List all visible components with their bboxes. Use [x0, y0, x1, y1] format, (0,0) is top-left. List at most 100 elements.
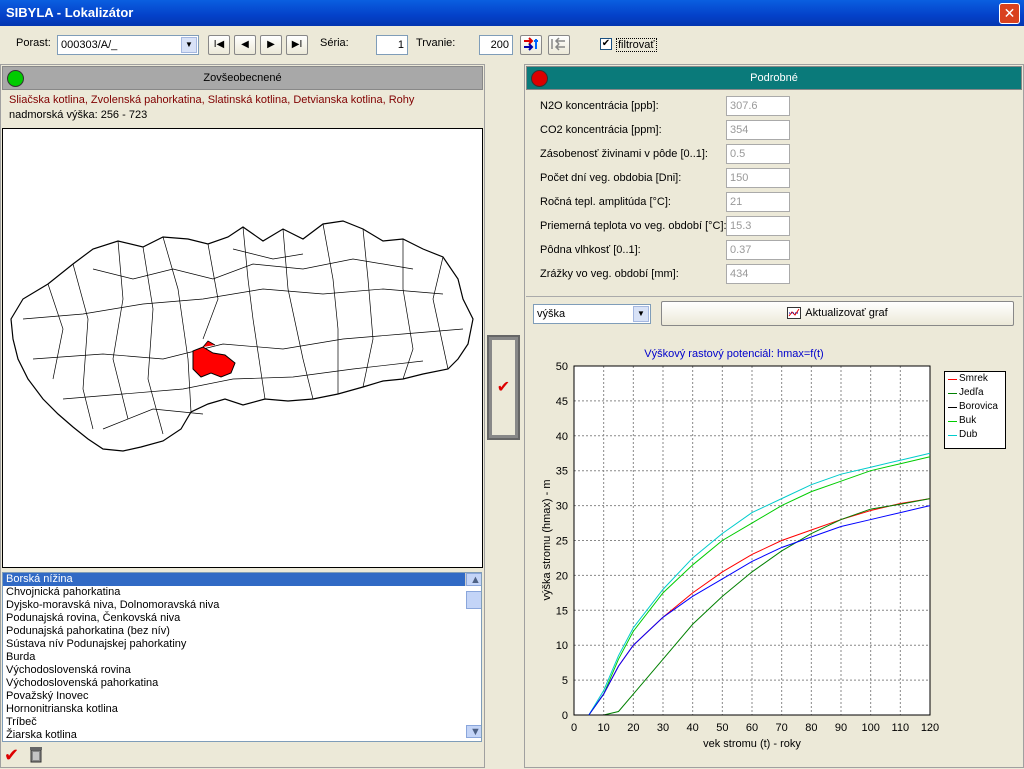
field-precipitation: Zrážky vo veg. období [mm]: 434 [540, 264, 800, 284]
field-value[interactable]: 307.6 [726, 96, 790, 116]
update-graph-button[interactable]: Aktualizovať graf [661, 301, 1014, 326]
confirm-icon[interactable]: ✔ [4, 745, 24, 765]
map-svg [10, 220, 474, 452]
add-series-button[interactable] [520, 35, 542, 55]
seria-input[interactable]: 1 [376, 35, 408, 55]
field-value[interactable]: 0.5 [726, 144, 790, 164]
x-tick-label: 110 [892, 722, 910, 734]
field-value[interactable]: 150 [726, 168, 790, 188]
list-item[interactable]: Považský Inovec [3, 690, 481, 703]
nav-prev-button[interactable]: ◀ [234, 35, 256, 55]
legend-item-buk: Buk [945, 414, 1005, 428]
chevron-down-icon: ▼ [181, 37, 197, 53]
field-veg-days: Počet dní veg. obdobia [Dni]: 150 [540, 168, 800, 188]
x-tick-label: 100 [861, 722, 879, 734]
list-item[interactable]: Východoslovenská rovina [3, 664, 481, 677]
filter-label[interactable]: filtrovať [616, 38, 657, 52]
slovakia-map[interactable] [2, 128, 483, 568]
close-button[interactable]: ✕ [999, 3, 1020, 24]
field-mean-temp: Priemerná teplota vo veg. období [°C]: 15… [540, 216, 800, 236]
field-soil-moisture: Pôdna vlhkosť [0..1]: 0.37 [540, 240, 800, 260]
chevron-down-icon: ▼ [633, 306, 649, 322]
list-item[interactable]: Východoslovenská pahorkatina [3, 677, 481, 690]
field-label: Zásobenosť živinami v pôde [0..1]: [540, 148, 708, 160]
scroll-thumb[interactable] [466, 591, 481, 609]
scroll-down-icon[interactable]: ▼ [466, 725, 481, 738]
nav-first-icon: I◀ [213, 39, 225, 50]
list-scrollbar[interactable]: ▲ ▼ [465, 573, 481, 738]
field-value[interactable]: 354 [726, 120, 790, 140]
y-tick-label: 10 [556, 640, 568, 652]
field-value[interactable]: 21 [726, 192, 790, 212]
nav-next-button[interactable]: ▶ [260, 35, 282, 55]
y-tick-label: 35 [556, 466, 568, 478]
field-nutrients: Zásobenosť živinami v pôde [0..1]: 0.5 [540, 144, 800, 164]
y-tick-label: 45 [556, 396, 568, 408]
y-tick-label: 50 [556, 361, 568, 373]
list-item[interactable]: Dyjsko-moravská niva, Dolnomoravská niva [3, 599, 481, 612]
x-tick-label: 90 [835, 722, 847, 734]
trvanie-input[interactable]: 200 [479, 35, 513, 55]
porast-value: 000303/A/_ [61, 39, 118, 51]
field-value[interactable]: 15.3 [726, 216, 790, 236]
divider [526, 296, 1022, 297]
status-indicator-red [531, 70, 548, 87]
remove-series-button[interactable] [548, 35, 570, 55]
status-indicator-green [7, 70, 24, 87]
list-item[interactable]: Sústava nív Podunajskej pahorkatiny [3, 638, 481, 651]
chart-title: Výškový rastový potenciál: hmax=f(t) [644, 348, 823, 360]
list-item[interactable]: Žiarska kotlina [3, 729, 481, 741]
field-value[interactable]: 0.37 [726, 240, 790, 260]
y-tick-label: 0 [562, 710, 568, 722]
x-tick-label: 50 [716, 722, 728, 734]
x-tick-label: 10 [598, 722, 610, 734]
y-tick-label: 30 [556, 501, 568, 513]
graph-type-select[interactable]: výška ▼ [533, 304, 651, 324]
field-label: Priemerná teplota vo veg. období [°C]: [540, 220, 727, 232]
nav-last-button[interactable]: ▶I [286, 35, 308, 55]
x-tick-label: 30 [657, 722, 669, 734]
legend-item-smrek: Smrek [945, 372, 1005, 386]
region-list[interactable]: Borská nížina Chvojnická pahorkatina Dyj… [2, 572, 482, 742]
list-item[interactable]: Podunajská pahorkatina (bez nív) [3, 625, 481, 638]
x-tick-label: 0 [571, 722, 577, 734]
list-item[interactable]: Tríbeč [3, 716, 481, 729]
list-item[interactable]: Chvojnická pahorkatina [3, 586, 481, 599]
nav-last-icon: ▶I [291, 39, 303, 50]
field-co2: CO2 koncentrácia [ppm]: 354 [540, 120, 800, 140]
left-panel-title: Zovšeobecnené [203, 72, 282, 84]
trvanie-label: Trvanie: [416, 37, 456, 49]
x-axis-label: vek stromu (t) - roky [703, 738, 801, 750]
remove-series-icon [551, 37, 565, 51]
nav-first-button[interactable]: I◀ [208, 35, 230, 55]
legend-item-jedla: Jedľa [945, 386, 1005, 400]
field-value[interactable]: 434 [726, 264, 790, 284]
slovakia-outline [10, 220, 474, 452]
window-title: SIBYLA - Lokalizátor [6, 5, 134, 20]
field-amplitude: Ročná tepl. amplitúda [°C]: 21 [540, 192, 800, 212]
field-label: Počet dní veg. obdobia [Dni]: [540, 172, 682, 184]
list-item[interactable]: Podunajská rovina, Čenkovská niva [3, 612, 481, 625]
field-label: Pôdna vlhkosť [0..1]: [540, 244, 641, 256]
list-item[interactable]: Burda [3, 651, 481, 664]
x-tick-label: 80 [805, 722, 817, 734]
trash-icon [30, 747, 42, 763]
porast-select[interactable]: 000303/A/_ ▼ [57, 35, 199, 55]
delete-button[interactable] [27, 745, 47, 765]
close-icon: ✕ [1003, 5, 1016, 21]
title-bar: SIBYLA - Lokalizátor [0, 0, 1024, 26]
filter-checkbox[interactable]: ✔ [600, 38, 612, 50]
porast-label: Porast: [16, 37, 51, 49]
y-tick-label: 15 [556, 605, 568, 617]
apply-button[interactable]: ✔ [487, 335, 520, 440]
y-tick-label: 25 [556, 536, 568, 548]
list-item[interactable]: Hornonitrianska kotlina [3, 703, 481, 716]
list-item[interactable]: Borská nížina [3, 573, 481, 586]
y-tick-label: 40 [556, 431, 568, 443]
legend-item-borovica: Borovica [945, 400, 1005, 414]
x-tick-label: 120 [921, 722, 939, 734]
x-tick-label: 60 [746, 722, 758, 734]
field-n2o: N2O koncentrácia [ppb]: 307.6 [540, 96, 800, 116]
scroll-up-icon[interactable]: ▲ [466, 573, 481, 586]
chart-icon [787, 307, 802, 320]
